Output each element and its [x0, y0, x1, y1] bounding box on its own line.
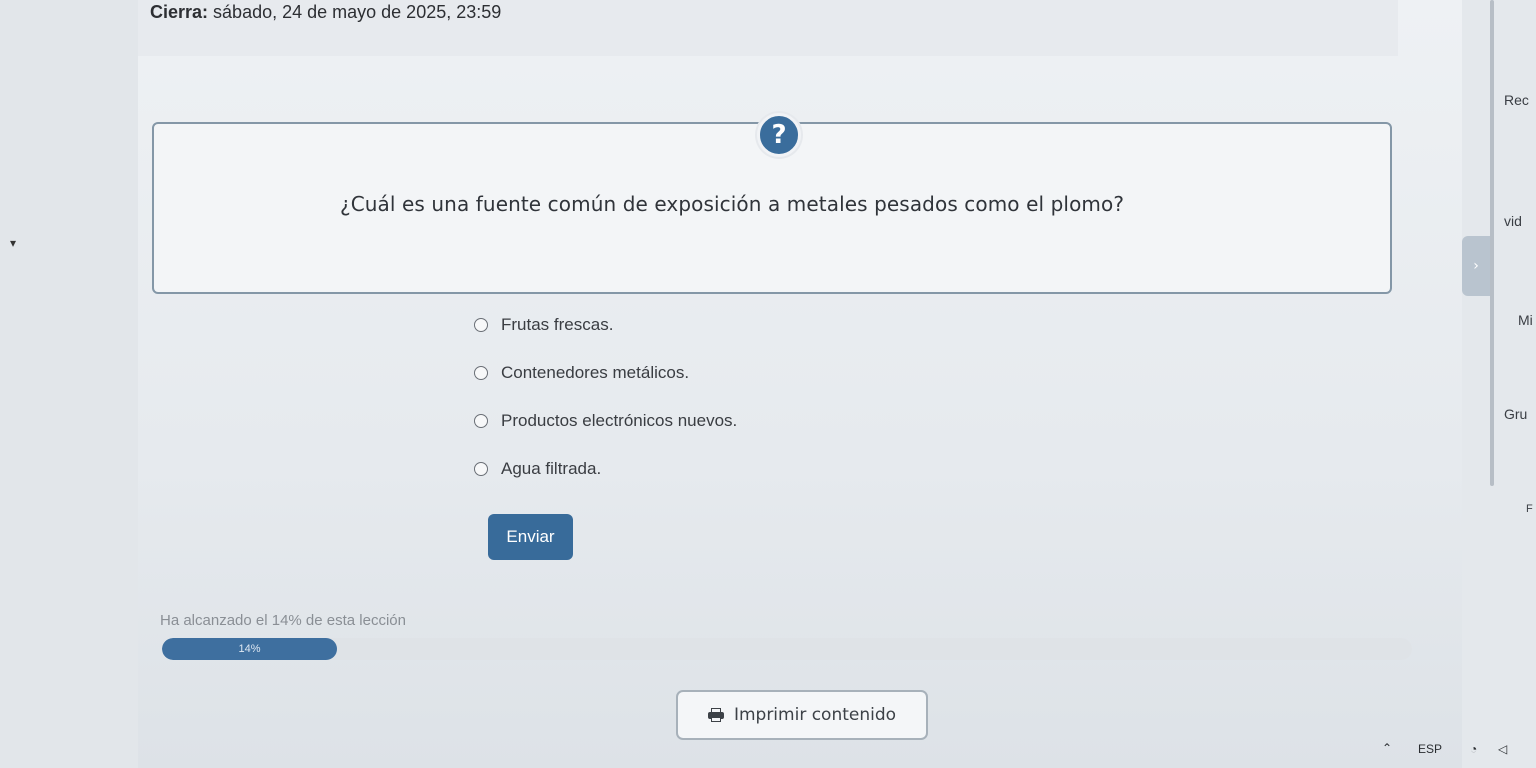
answer-option[interactable]: Productos electrónicos nuevos. — [474, 408, 737, 434]
radio-button[interactable] — [474, 366, 488, 380]
progress-text: Ha alcanzado el 14% de esta lección — [160, 612, 406, 629]
answer-option[interactable]: Agua filtrada. — [474, 456, 737, 482]
left-sidebar: ▾ — [0, 0, 138, 768]
close-date: Cierra: sábado, 24 de mayo de 2025, 23:5… — [150, 2, 501, 23]
page: ▾ Cierra: sábado, 24 de mayo de 2025, 23… — [0, 0, 1536, 768]
print-button-label: Imprimir contenido — [733, 705, 897, 725]
wifi-icon[interactable]: ◔ — [1470, 742, 1477, 756]
chevron-right-icon[interactable]: › — [1462, 236, 1490, 296]
right-panel — [1462, 0, 1536, 768]
answer-option[interactable]: Frutas frescas. — [474, 312, 737, 338]
question-text: ¿Cuál es una fuente común de exposición … — [340, 192, 1125, 216]
radio-button[interactable] — [474, 414, 488, 428]
taskbar: ⌃ ESP ◔ ◁ — [1360, 740, 1536, 768]
radio-button[interactable] — [474, 318, 488, 332]
submit-button[interactable]: Enviar — [488, 514, 573, 560]
answer-option-label: Agua filtrada. — [501, 459, 602, 478]
speaker-icon[interactable]: ◁ — [1498, 742, 1507, 756]
right-panel-item[interactable]: Rec — [1504, 92, 1529, 108]
close-date-label: Cierra: — [150, 2, 209, 22]
chevron-up-icon[interactable]: ⌃ — [1382, 741, 1392, 755]
language-indicator[interactable]: ESP — [1418, 742, 1442, 756]
answer-option-label: Contenedores metálicos. — [501, 363, 690, 382]
chevron-down-icon[interactable]: ▾ — [10, 236, 24, 250]
answer-option-label: Productos electrónicos nuevos. — [501, 411, 738, 430]
right-panel-item[interactable]: F — [1526, 503, 1533, 515]
right-panel-item[interactable]: Gru — [1504, 406, 1527, 422]
right-panel-item[interactable]: vid — [1504, 213, 1522, 229]
progress-bar: 14% — [162, 638, 1412, 660]
answer-options: Frutas frescas. Contenedores metálicos. … — [474, 312, 737, 504]
question-mark-icon: ? — [757, 113, 801, 157]
close-date-value: sábado, 24 de mayo de 2025, 23:59 — [213, 2, 502, 22]
answer-option[interactable]: Contenedores metálicos. — [474, 360, 737, 386]
progress-bar-fill: 14% — [162, 638, 337, 660]
right-panel-item[interactable]: Mi — [1518, 312, 1533, 328]
answer-option-label: Frutas frescas. — [501, 315, 614, 334]
print-button[interactable]: Imprimir contenido — [676, 690, 928, 740]
printer-icon — [707, 708, 724, 722]
scrollbar[interactable] — [1490, 0, 1494, 486]
radio-button[interactable] — [474, 462, 488, 476]
